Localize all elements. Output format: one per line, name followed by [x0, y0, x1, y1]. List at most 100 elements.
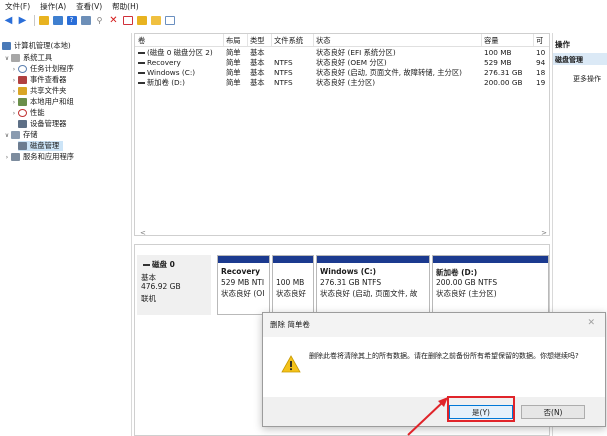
tree-label: 存储	[23, 130, 38, 139]
tree-item-performance[interactable]: › 性能	[11, 108, 45, 118]
tree-item-device-manager[interactable]: 设备管理器	[18, 119, 66, 129]
chevron-right-icon[interactable]: ›	[11, 110, 17, 117]
clock-icon	[18, 65, 27, 73]
tree-label: 事件查看器	[30, 75, 67, 84]
partition-bar	[218, 256, 269, 263]
partition-title: 新加卷 (D:)	[436, 268, 478, 277]
tree-item-event-viewer[interactable]: › 事件查看器	[11, 75, 66, 85]
menu-help[interactable]: 帮助(H)	[107, 1, 144, 12]
forward-arrow-icon[interactable]: ▶	[17, 15, 28, 26]
actions-title: 操作	[555, 40, 570, 49]
volume-type: 基本	[250, 58, 265, 67]
help-icon[interactable]: ?	[66, 15, 77, 26]
device-manager-icon	[18, 120, 27, 128]
volume-free: 19	[536, 78, 546, 87]
tree-label: 性能	[30, 108, 45, 117]
toolbar-separator	[34, 15, 35, 26]
volume-row[interactable]: Windows (C:) 简单 基本 NTFS 状态良好 (启动, 页面文件, …	[135, 68, 549, 78]
disk-size: 476.92 GB	[141, 282, 181, 291]
col-layout[interactable]: 布局	[226, 36, 241, 46]
partition-efi[interactable]: 100 MB 状态良好	[272, 255, 314, 315]
storage-icon	[11, 131, 20, 139]
list-view-icon[interactable]	[164, 15, 175, 26]
console-tree-icon[interactable]	[52, 15, 63, 26]
volume-status: 状态良好 (OEM 分区)	[316, 58, 387, 67]
col-free[interactable]: 可	[536, 36, 543, 46]
volume-free: 18	[536, 68, 546, 77]
tree-item-root[interactable]: 计算机管理(本地)	[2, 41, 71, 51]
volume-name-text: Recovery	[147, 58, 181, 67]
scroll-right-icon[interactable]: >	[541, 229, 547, 237]
volume-fs: NTFS	[274, 68, 293, 77]
tree-item-system-tools[interactable]: ∨ 系统工具	[4, 53, 52, 63]
tree-item-shared-folders[interactable]: › 共享文件夹	[11, 86, 66, 96]
col-type[interactable]: 类型	[250, 36, 265, 46]
col-filesystem[interactable]: 文件系统	[274, 36, 303, 46]
volume-free: 94	[536, 58, 546, 67]
col-volume[interactable]: 卷	[138, 36, 145, 46]
close-icon[interactable]: ✕	[587, 318, 595, 328]
chevron-down-icon[interactable]: ∨	[4, 55, 10, 62]
tree-item-disk-management[interactable]: 磁盘管理	[18, 141, 64, 151]
volume-row[interactable]: Recovery 简单 基本 NTFS 状态良好 (OEM 分区) 529 MB…	[135, 58, 549, 68]
disk-label[interactable]: 磁盘 0 基本 476.92 GB 联机	[137, 255, 211, 315]
volume-type: 基本	[250, 78, 265, 87]
tree-item-services-apps[interactable]: › 服务和应用程序	[4, 152, 74, 162]
menu-bar: 文件(F) 操作(A) 查看(V) 帮助(H)	[0, 0, 607, 12]
col-status[interactable]: 状态	[316, 36, 331, 46]
col-separator	[481, 34, 482, 46]
menu-view[interactable]: 查看(V)	[71, 1, 107, 12]
tree-label: 任务计划程序	[30, 64, 74, 73]
chevron-right-icon[interactable]: ›	[11, 77, 17, 84]
folder-icon[interactable]	[136, 15, 147, 26]
partition-status: 状态良好	[276, 289, 306, 298]
scroll-left-icon[interactable]: <	[140, 229, 146, 237]
partition-recovery[interactable]: Recovery 529 MB NTI 状态良好 (OI	[217, 255, 270, 315]
volume-type: 基本	[250, 68, 265, 77]
menu-action[interactable]: 操作(A)	[35, 1, 71, 12]
tree-label: 服务和应用程序	[23, 152, 75, 161]
tree-label: 系统工具	[23, 53, 53, 62]
chevron-right-icon[interactable]: ›	[11, 88, 17, 95]
delete-icon[interactable]: ✕	[108, 15, 119, 26]
volume-name-text: 新加卷 (D:)	[147, 78, 185, 87]
refresh-icon[interactable]	[150, 15, 161, 26]
check-icon[interactable]	[122, 15, 133, 26]
col-capacity[interactable]: 容量	[484, 36, 499, 46]
more-actions-link[interactable]: 更多操作	[573, 74, 601, 84]
disk-icon	[143, 264, 150, 266]
chevron-right-icon[interactable]: ›	[11, 99, 17, 106]
volume-capacity: 200.00 GB	[484, 78, 523, 87]
tree-item-local-users[interactable]: › 本地用户和组	[11, 97, 74, 107]
no-button[interactable]: 否(N)	[521, 405, 585, 419]
volume-name: 新加卷 (D:)	[138, 78, 223, 88]
volume-layout: 简单	[226, 78, 241, 87]
volume-free: 10	[536, 48, 546, 57]
disk-name-text: 磁盘 0	[152, 260, 175, 269]
properties-icon[interactable]	[80, 15, 91, 26]
col-separator	[223, 34, 224, 46]
volume-list-header: 卷 布局 类型 文件系统 状态 容量 可	[135, 34, 549, 47]
col-separator	[313, 34, 314, 46]
annotation-arrow-icon	[407, 397, 448, 436]
key-icon[interactable]: ⚲	[94, 15, 105, 26]
chevron-right-icon[interactable]: ›	[11, 66, 17, 73]
chevron-right-icon[interactable]: ›	[4, 154, 10, 161]
actions-section-header[interactable]: 磁盘管理	[553, 53, 607, 65]
partition-size: 200.00 GB NTFS	[436, 278, 498, 287]
tree-item-storage[interactable]: ∨ 存储	[4, 130, 38, 140]
partition-windows-c[interactable]: Windows (C:) 276.31 GB NTFS 状态良好 (启动, 页面…	[316, 255, 430, 315]
tree-label: 计算机管理(本地)	[14, 41, 71, 50]
partition-bar	[317, 256, 429, 263]
horizontal-scrollbar[interactable]: < >	[140, 229, 547, 238]
chevron-down-icon[interactable]: ∨	[4, 132, 10, 139]
back-arrow-icon[interactable]: ◀	[3, 15, 14, 26]
partition-d[interactable]: 新加卷 (D:) 200.00 GB NTFS 状态良好 (主分区)	[432, 255, 549, 315]
volume-icon	[138, 82, 145, 84]
folder-up-icon[interactable]	[38, 15, 49, 26]
volume-row[interactable]: 新加卷 (D:) 简单 基本 NTFS 状态良好 (主分区) 200.00 GB…	[135, 78, 549, 88]
tree-item-task-scheduler[interactable]: › 任务计划程序	[11, 64, 74, 74]
partition-bar	[273, 256, 313, 263]
volume-row[interactable]: (磁盘 0 磁盘分区 2) 简单 基本 状态良好 (EFI 系统分区) 100 …	[135, 48, 549, 58]
menu-file[interactable]: 文件(F)	[0, 1, 35, 12]
